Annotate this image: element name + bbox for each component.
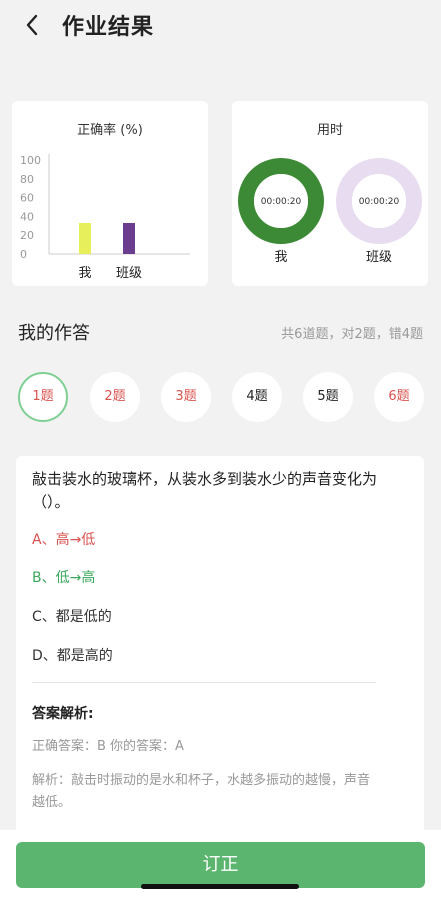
bar [79,222,91,254]
answers-summary: 共6道题，对2题，错4题 [281,327,423,342]
option-c: C、都是低的 [32,609,112,625]
page-title: 作业结果 [62,15,155,40]
option-b: B、低→高 [32,570,96,586]
question-nav: 1题 2题 3题 4题 5题 6题 [0,372,441,424]
bar [123,222,135,254]
x-tick-label: 我 [78,266,91,281]
bottom-bar: 订正 [0,830,441,900]
y-tick-label: 40 [20,210,34,223]
y-tick-label: 80 [20,173,34,186]
time-value: 00:00:20 [359,197,400,207]
question-stem: 敲击装水的玻璃杯，从装水多到装水少的声音变化为（）。 [32,470,378,511]
my-answers-title: 我的作答 [18,323,90,344]
correct-button[interactable]: 订正 [16,842,425,888]
question-nav-item[interactable]: 6题 [374,372,424,422]
question-nav-item[interactable]: 4题 [232,372,282,422]
time-card: 用时 00:00:20 我 00:00:20 班级 [232,101,428,286]
analysis-title: 答案解析: [32,706,94,722]
time-label: 班级 [366,250,392,265]
home-indicator [141,884,299,889]
answer-compare: 正确答案：B 你的答案：A [32,739,184,754]
header: 作业结果 [0,0,441,56]
time-value: 00:00:20 [261,197,302,207]
x-tick-label: 班级 [116,266,142,281]
back-chevron-icon[interactable] [20,12,46,38]
y-tick-label: 0 [20,248,27,261]
time-label: 我 [274,250,287,265]
accuracy-card: 正确率 (%) 0 20 40 60 80 100 我班级 [12,101,208,286]
question-nav-item[interactable]: 3题 [161,372,211,422]
question-nav-item[interactable]: 2题 [90,372,140,422]
divider [32,682,376,683]
question-nav-item[interactable]: 5题 [303,372,353,422]
option-d: D、都是高的 [32,648,113,664]
accuracy-chart: 0 20 40 60 80 100 我 班级 [20,154,190,281]
y-tick-label: 60 [20,192,34,205]
question-card: 敲击装水的玻璃杯，从装水多到装水少的声音变化为（）。 A、高→低 B、低→高 C… [16,456,424,836]
question-nav-item[interactable]: 1题 [18,372,68,422]
option-a: A、高→低 [32,532,96,548]
analysis-text: 解析：敲击时振动的是水和杯子，水越多振动的越慢，声音越低。 [32,773,371,810]
time-donuts: 00:00:20 我 00:00:20 班级 [238,158,422,265]
y-tick-label: 20 [20,229,34,242]
y-tick-label: 100 [20,154,41,167]
